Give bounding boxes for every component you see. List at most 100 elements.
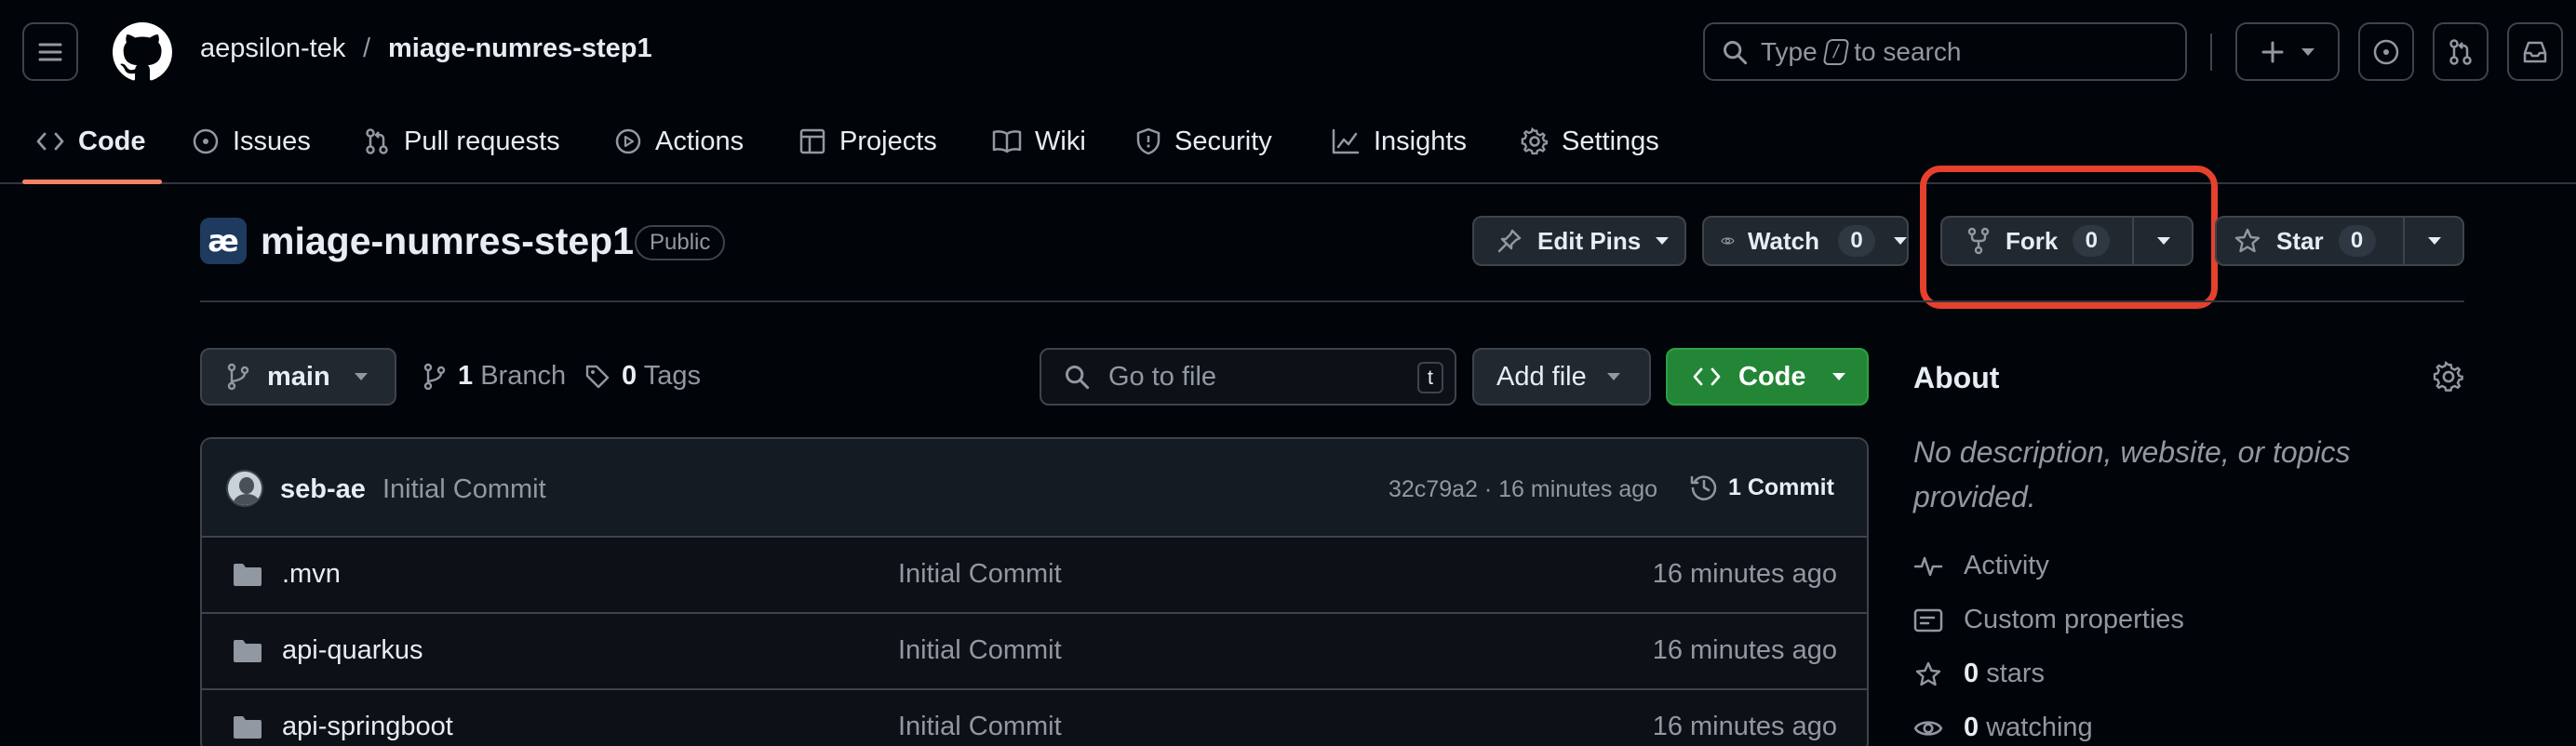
pull-request-icon bbox=[366, 128, 388, 154]
file-row[interactable]: .mvn Initial Commit 16 minutes ago bbox=[202, 538, 1867, 614]
eye-icon bbox=[1721, 237, 1735, 245]
menu-button[interactable] bbox=[22, 22, 78, 81]
tab-wiki[interactable]: Wiki bbox=[992, 123, 1086, 160]
latest-commit-bar: seb-ae Initial Commit 32c79a2 · 16 minut… bbox=[202, 439, 1867, 538]
watch-count: 0 bbox=[1838, 225, 1875, 257]
file-commit-message[interactable]: Initial Commit bbox=[898, 559, 1062, 590]
tab-projects[interactable]: Projects bbox=[798, 123, 937, 160]
file-name[interactable]: api-quarkus bbox=[282, 635, 423, 666]
go-to-file-shortcut: t bbox=[1416, 362, 1443, 393]
edit-pins-button[interactable]: Edit Pins bbox=[1472, 216, 1686, 266]
add-file-label: Add file bbox=[1496, 361, 1587, 392]
issue-icon bbox=[2373, 39, 2399, 64]
star-icon bbox=[2234, 228, 2261, 253]
tab-actions[interactable]: Actions bbox=[614, 123, 744, 160]
branch-icon bbox=[423, 363, 446, 390]
star-button-group: Star 0 bbox=[2215, 216, 2464, 266]
code-button[interactable]: Code bbox=[1666, 348, 1869, 406]
tags-count: 0 bbox=[622, 361, 637, 391]
tab-settings[interactable]: Settings bbox=[1521, 123, 1659, 160]
activity-link[interactable]: Activity bbox=[1913, 551, 2049, 581]
create-new-button[interactable] bbox=[2235, 22, 2340, 81]
issue-icon bbox=[193, 128, 219, 154]
file-row[interactable]: api-quarkus Initial Commit 16 minutes ag… bbox=[202, 614, 1867, 690]
plus-icon bbox=[2261, 41, 2284, 62]
file-name[interactable]: .mvn bbox=[282, 559, 341, 590]
file-commit-message[interactable]: Initial Commit bbox=[898, 712, 1062, 742]
issues-button[interactable] bbox=[2358, 22, 2414, 81]
tab-label: Actions bbox=[655, 126, 745, 156]
tab-label: Settings bbox=[1562, 126, 1659, 156]
active-tab-indicator bbox=[22, 180, 162, 184]
custom-properties-label: Custom properties bbox=[1964, 605, 2184, 634]
stars-link[interactable]: 0 stars bbox=[1913, 659, 2045, 689]
table-icon bbox=[799, 128, 825, 154]
commit-author[interactable]: seb-ae bbox=[280, 474, 366, 505]
tab-security[interactable]: Security bbox=[1135, 123, 1272, 160]
repo-header-divider bbox=[200, 300, 2464, 302]
file-row[interactable]: api-springboot Initial Commit 16 minutes… bbox=[202, 690, 1867, 746]
go-to-file-input[interactable]: Go to file t bbox=[1040, 348, 1456, 406]
go-to-file-placeholder: Go to file bbox=[1108, 361, 1217, 392]
custom-properties-link[interactable]: Custom properties bbox=[1913, 605, 2184, 635]
fork-highlight-annotation bbox=[1920, 166, 2218, 309]
global-header: aepsilon-tek / miage-numres-step1 Type /… bbox=[0, 0, 2576, 184]
graph-icon bbox=[1332, 128, 1360, 154]
branches-link[interactable]: 1 Branch bbox=[423, 361, 566, 392]
eye-icon bbox=[1913, 720, 1943, 736]
file-name[interactable]: api-springboot bbox=[282, 712, 453, 742]
repo-title[interactable]: miage-numres-step1 bbox=[261, 220, 634, 263]
history-icon bbox=[1690, 475, 1717, 500]
pull-requests-button[interactable] bbox=[2433, 22, 2489, 81]
search-shortcut-key: / bbox=[1822, 38, 1849, 65]
star-label: Star bbox=[2276, 226, 2324, 255]
search-input[interactable]: Type / to search bbox=[1703, 22, 2187, 81]
folder-icon bbox=[234, 716, 262, 739]
chevron-down-icon bbox=[1656, 237, 1670, 245]
watch-label: Watch bbox=[1747, 226, 1819, 255]
author-avatar[interactable] bbox=[226, 470, 263, 507]
add-file-button[interactable]: Add file bbox=[1472, 348, 1651, 406]
edit-pins-label: Edit Pins bbox=[1537, 226, 1642, 255]
branch-icon bbox=[227, 363, 249, 391]
file-browser: seb-ae Initial Commit 32c79a2 · 16 minut… bbox=[200, 437, 1869, 746]
file-commit-message[interactable]: Initial Commit bbox=[898, 635, 1062, 666]
commit-hash-time[interactable]: 32c79a2 · 16 minutes ago bbox=[1389, 476, 1657, 503]
hamburger-icon bbox=[38, 43, 62, 60]
about-settings-button[interactable] bbox=[2433, 361, 2464, 393]
tab-label: Insights bbox=[1374, 126, 1467, 156]
tab-label: Pull requests bbox=[404, 126, 560, 156]
chevron-down-icon bbox=[1831, 373, 1845, 380]
search-placeholder: Type / to search bbox=[1761, 36, 1962, 66]
inbox-button[interactable] bbox=[2507, 22, 2563, 81]
chevron-down-icon bbox=[354, 373, 368, 380]
chevron-down-icon bbox=[2301, 47, 2314, 56]
search-icon bbox=[1724, 40, 1748, 64]
commits-history-link[interactable]: 1 Commit bbox=[1689, 473, 1834, 502]
pin-icon bbox=[1497, 229, 1522, 253]
watch-button[interactable]: Watch 0 bbox=[1702, 216, 1909, 266]
tags-link[interactable]: 0 Tags bbox=[584, 361, 701, 392]
repo-owner-avatar[interactable]: æ bbox=[200, 218, 247, 264]
breadcrumb-owner[interactable]: aepsilon-tek bbox=[200, 33, 345, 64]
tab-insights[interactable]: Insights bbox=[1331, 123, 1467, 160]
branch-select-button[interactable]: main bbox=[200, 348, 396, 406]
watching-link[interactable]: 0 watching bbox=[1913, 713, 2093, 743]
tab-label: Issues bbox=[233, 126, 311, 156]
about-description: No description, website, or topics provi… bbox=[1913, 435, 2351, 513]
chevron-down-icon bbox=[2428, 237, 2441, 245]
tab-pull-requests[interactable]: Pull requests bbox=[363, 123, 560, 160]
tab-label: Security bbox=[1174, 126, 1272, 156]
star-button[interactable]: Star 0 bbox=[2217, 218, 2403, 264]
tab-issues[interactable]: Issues bbox=[192, 123, 311, 160]
github-logo-icon[interactable] bbox=[113, 22, 172, 82]
tab-code[interactable]: Code bbox=[35, 123, 146, 160]
code-icon bbox=[36, 132, 64, 151]
tag-icon bbox=[585, 365, 610, 388]
pull-request-icon bbox=[2449, 38, 2472, 65]
commit-message[interactable]: Initial Commit bbox=[382, 474, 546, 505]
visibility-badge: Public bbox=[635, 225, 726, 260]
breadcrumb-repo[interactable]: miage-numres-step1 bbox=[388, 33, 652, 64]
star-dropdown-button[interactable] bbox=[2405, 218, 2464, 264]
inbox-icon bbox=[2523, 41, 2547, 62]
